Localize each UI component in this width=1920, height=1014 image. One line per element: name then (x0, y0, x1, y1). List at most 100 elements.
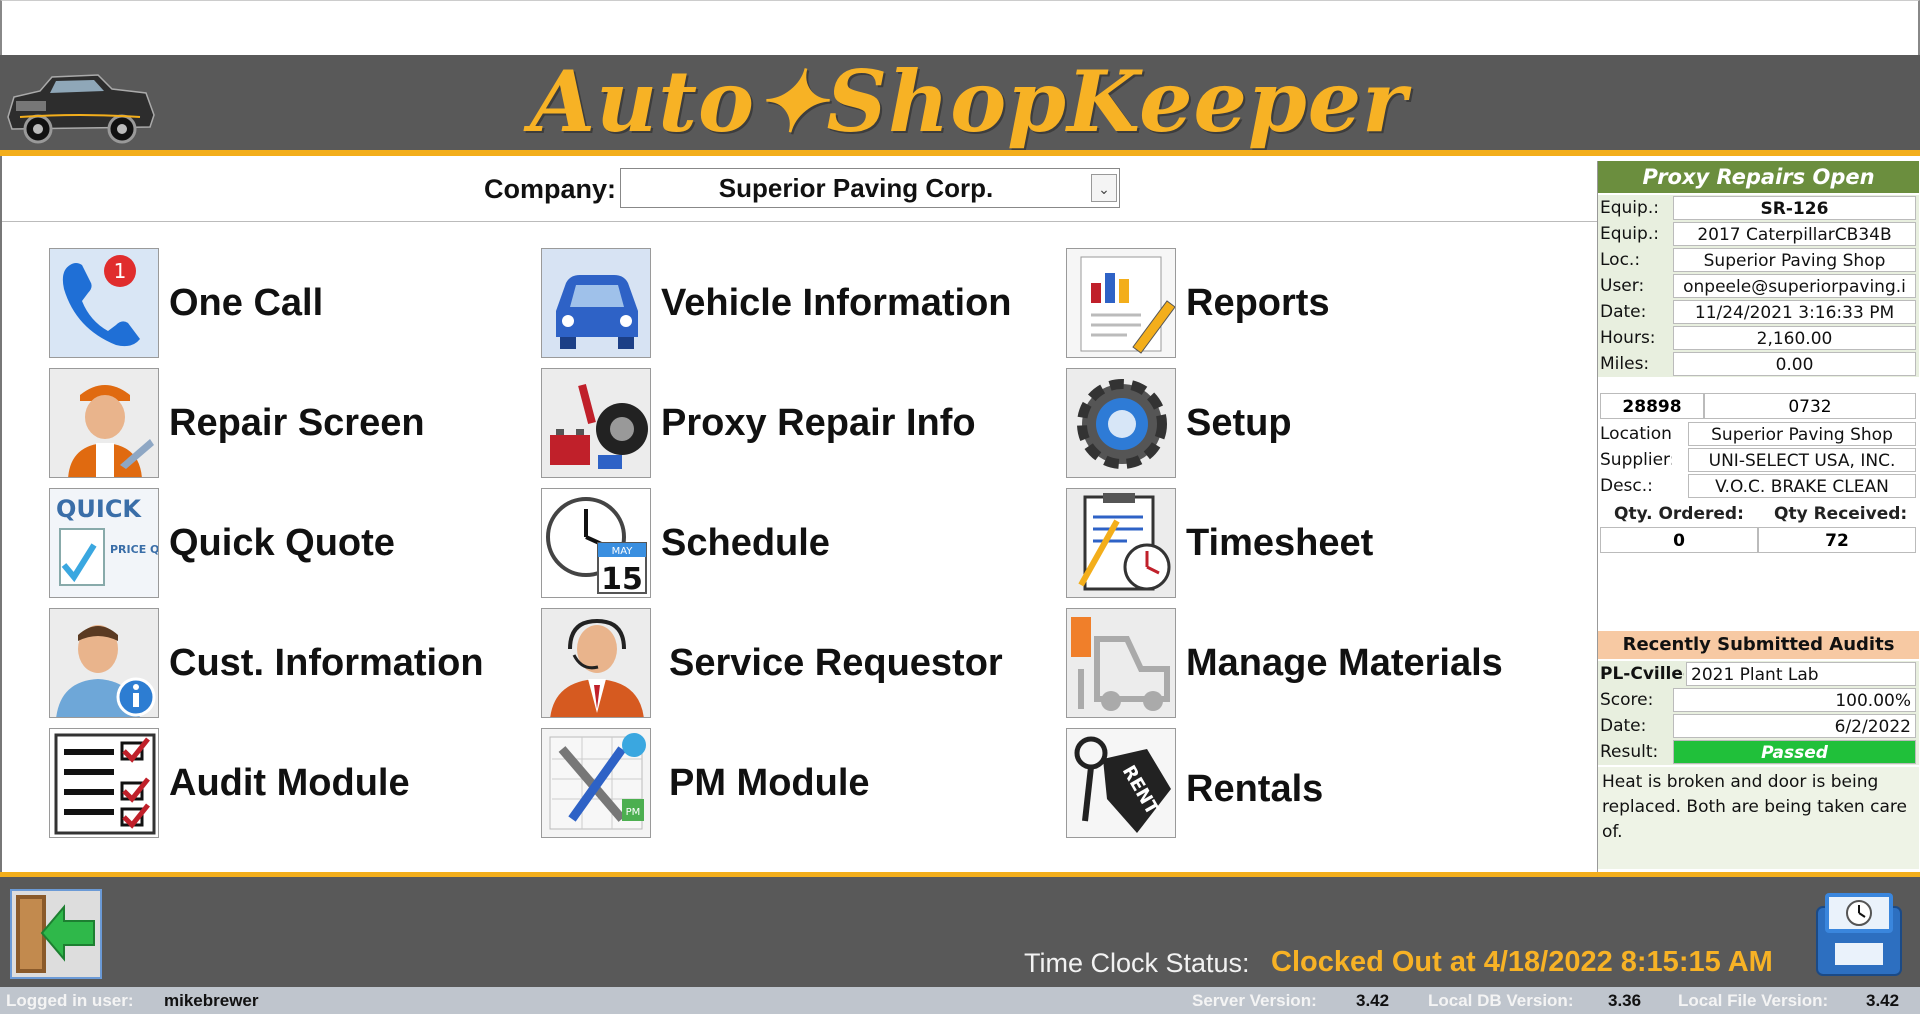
status-bar: Logged in user: mikebrewer Server Versio… (0, 987, 1920, 1014)
company-bar: Company: Superior Paving Corp. ⌄ (2, 156, 1597, 222)
reports-icon (1066, 248, 1176, 358)
proxy-number-pair: 28898 0732 (1598, 393, 1919, 419)
app-window: Auto✦ShopKeeper Company: Superior Paving… (0, 0, 1920, 1014)
gear-icon (1066, 368, 1176, 478)
menu-proxy-repair-info[interactable]: Proxy Repair Info (541, 368, 976, 478)
proxy-row-equip-model: Equip.: 2017 CaterpillarCB34B (1598, 221, 1919, 247)
menu-timesheet[interactable]: Timesheet (1066, 488, 1373, 598)
menu-service-requestor[interactable]: Service Requestor (541, 608, 1003, 718)
main-menu-area: Company: Superior Paving Corp. ⌄ 1 One C… (0, 156, 1597, 874)
field-value: 11/24/2021 3:16:33 PM (1673, 300, 1916, 324)
menu-setup[interactable]: Setup (1066, 368, 1292, 478)
menu-repair-screen-label: Repair Screen (169, 401, 425, 444)
top-strip (0, 0, 1920, 55)
menu-pm-module[interactable]: PM PM Module (541, 728, 870, 838)
field-value: Superior Paving Shop (1673, 248, 1916, 272)
qty-ordered-value: 0 (1600, 527, 1758, 553)
menu-cust-information[interactable]: Cust. Information (49, 608, 484, 718)
menu-setup-label: Setup (1186, 401, 1292, 444)
menu-proxy-repair-info-label: Proxy Repair Info (661, 401, 976, 444)
proxy-row-equip: Equip.: SR-126 (1598, 195, 1919, 221)
chevron-down-icon[interactable]: ⌄ (1091, 174, 1117, 202)
proxy-row-date: Date: 11/24/2021 3:16:33 PM (1598, 299, 1919, 325)
menu-vehicle-information-label: Vehicle Information (661, 281, 1012, 324)
mechanic-icon (49, 368, 159, 478)
proxy-number-b: 0732 (1704, 393, 1916, 419)
menu-manage-materials-label: Manage Materials (1186, 641, 1503, 684)
qty-values: 0 72 (1598, 527, 1919, 553)
audit-name: 2021 Plant Lab (1686, 662, 1916, 686)
menu-quick-quote[interactable]: QUICK PRICE QUOTE Quick Quote (49, 488, 395, 598)
menu-quick-quote-label: Quick Quote (169, 521, 395, 564)
exit-button[interactable] (10, 889, 102, 979)
schedule-day: 15 (601, 562, 643, 597)
menu-manage-materials[interactable]: Manage Materials (1066, 608, 1503, 718)
proxy-row-user: User: onpeele@superiorpaving.i (1598, 273, 1919, 299)
audit-date: 6/2/2022 (1673, 714, 1916, 738)
phone-icon: 1 (49, 248, 159, 358)
menu-cust-information-label: Cust. Information (169, 641, 484, 684)
menu-rentals[interactable]: RENT Rentals (1066, 728, 1323, 838)
audit-code: PL-Cville-Lal (1600, 664, 1684, 684)
menu-repair-screen[interactable]: Repair Screen (49, 368, 425, 478)
proxy-number-a: 28898 (1600, 393, 1704, 419)
field-value: 0.00 (1673, 352, 1916, 376)
qty-header: Qty. Ordered: Qty Received: (1598, 501, 1919, 527)
customer-info-icon (49, 608, 159, 718)
proxy-row-loc: Loc.: Superior Paving Shop (1598, 247, 1919, 273)
car-icon (541, 248, 651, 358)
field-value: SR-126 (1673, 196, 1916, 220)
field-value: Superior Paving Shop (1688, 422, 1916, 446)
server-version-label: Server Version: (1192, 991, 1317, 1010)
proxy-row-miles: Miles: 0.00 (1598, 351, 1919, 377)
logged-user-label: Logged in user: (6, 991, 134, 1010)
time-clock-button[interactable] (1813, 887, 1905, 979)
field-label: Score: (1600, 690, 1654, 710)
auto-parts-icon (541, 368, 651, 478)
menu-reports-label: Reports (1186, 281, 1330, 324)
proxy-row-supplier: Supplier: UNI-SELECT USA, INC. (1598, 447, 1919, 473)
checklist-icon (49, 728, 159, 838)
audit-row-name: PL-Cville-Lal 2021 Plant Lab (1598, 661, 1919, 687)
proxy-repairs-title: Proxy Repairs Open (1598, 161, 1919, 193)
timesheet-icon (1066, 488, 1176, 598)
field-label: Miles: (1600, 354, 1650, 374)
menu-schedule[interactable]: MAY 15 Schedule (541, 488, 830, 598)
menu-service-requestor-label: Service Requestor (669, 641, 1003, 684)
time-clock-status: Clocked Out at 4/18/2022 8:15:15 AM (1271, 946, 1773, 978)
quick-quote-text: QUICK (56, 495, 142, 523)
pm-tag: PM (626, 807, 641, 818)
qty-received-value: 72 (1758, 527, 1916, 553)
menu-audit-module-label: Audit Module (169, 761, 410, 804)
exit-door-icon (16, 895, 95, 973)
qty-received-label: Qty Received: (1774, 504, 1908, 524)
menu-one-call[interactable]: 1 One Call (49, 248, 323, 358)
menu-pm-module-label: PM Module (669, 761, 870, 804)
company-label: Company: (484, 174, 617, 204)
field-label: Hours: (1600, 328, 1656, 348)
audit-row-date: Date: 6/2/2022 (1598, 713, 1919, 739)
field-label: Date: (1600, 302, 1647, 322)
field-value: 2017 CaterpillarCB34B (1673, 222, 1916, 246)
menu-timesheet-label: Timesheet (1186, 521, 1374, 564)
menu-one-call-label: One Call (169, 281, 324, 324)
field-label: Desc.: (1600, 476, 1653, 496)
quick-quote-icon: QUICK PRICE QUOTE (49, 488, 159, 598)
menu-reports[interactable]: Reports (1066, 248, 1330, 358)
field-label: Date: (1600, 716, 1647, 736)
time-clock-label: Time Clock Status: (1024, 948, 1250, 978)
menu-vehicle-information[interactable]: Vehicle Information (541, 248, 1012, 358)
local-file-version: 3.42 (1866, 991, 1900, 1010)
truck-logo-icon (7, 74, 155, 144)
forklift-icon (1066, 608, 1176, 718)
menu-audit-module[interactable]: Audit Module (49, 728, 410, 838)
proxy-row-desc: Desc.: V.O.C. BRAKE CLEAN (1598, 473, 1919, 499)
company-select[interactable]: Superior Paving Corp. ⌄ (620, 168, 1120, 208)
field-label: User: (1600, 276, 1645, 296)
server-version: 3.42 (1356, 991, 1390, 1010)
one-call-badge: 1 (114, 259, 127, 283)
local-db-version-label: Local DB Version: (1428, 991, 1574, 1010)
tools-icon: PM (541, 728, 651, 838)
field-value: UNI-SELECT USA, INC. (1688, 448, 1916, 472)
field-label: Result: (1600, 742, 1659, 762)
